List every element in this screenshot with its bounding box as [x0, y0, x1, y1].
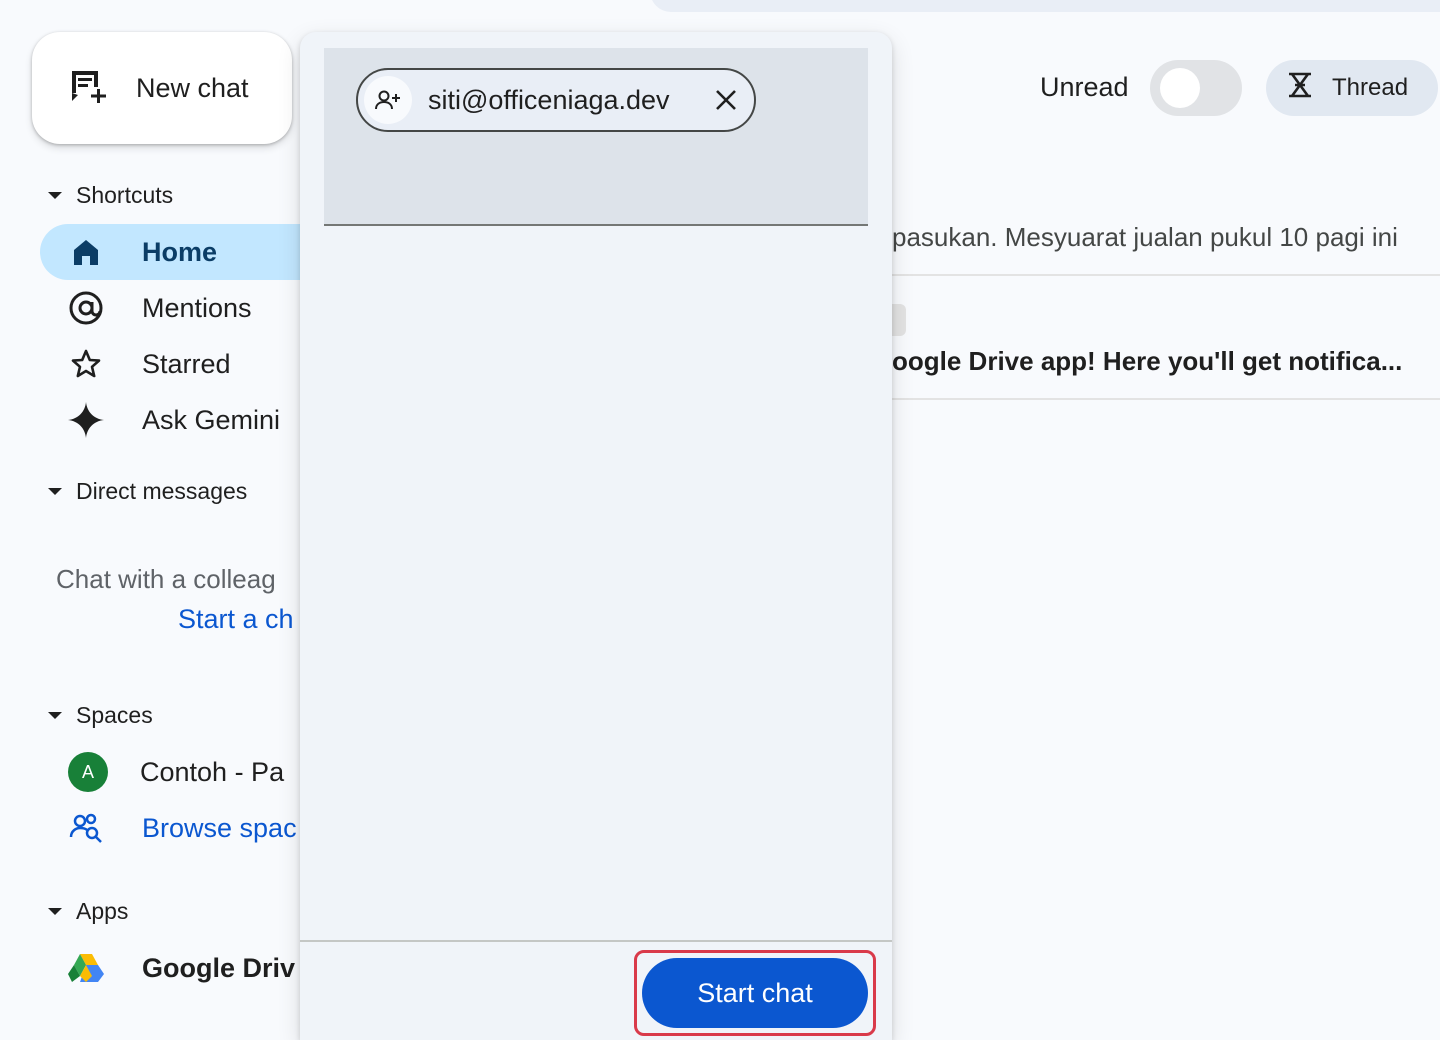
shortcuts-header[interactable]: Shortcuts — [48, 182, 173, 209]
close-icon[interactable] — [710, 84, 742, 116]
conversation-row-preview[interactable]: oogle Drive app! Here you'll get notific… — [892, 346, 1440, 377]
sidebar-item-label: Contoh - Pa — [140, 756, 285, 787]
search-bar[interactable] — [650, 0, 1440, 12]
sidebar-item-mentions[interactable]: Mentions — [40, 280, 340, 336]
at-icon — [68, 290, 104, 326]
new-chat-button[interactable]: New chat — [32, 32, 292, 144]
row-badge — [892, 304, 906, 336]
sidebar-item-google-drive[interactable]: Google Driv — [40, 940, 340, 996]
apps-title: Apps — [76, 898, 129, 924]
recipient-email: siti@officeniaga.dev — [428, 84, 670, 115]
star-icon — [68, 346, 104, 382]
thread-icon — [1286, 71, 1314, 106]
row-divider — [892, 274, 1440, 276]
start-a-chat-link[interactable]: Start a ch — [178, 604, 294, 635]
add-person-icon — [364, 76, 412, 124]
direct-messages-title: Direct messages — [76, 478, 248, 504]
direct-messages-header[interactable]: Direct messages — [48, 478, 247, 505]
conversation-row-preview[interactable]: pasukan. Mesyuarat jualan pukul 10 pagi … — [892, 222, 1440, 253]
shortcuts-title: Shortcuts — [76, 182, 174, 208]
gemini-sparkle-icon — [68, 402, 104, 438]
spaces-header[interactable]: Spaces — [48, 702, 153, 729]
apps-header[interactable]: Apps — [48, 898, 128, 925]
new-chat-icon — [68, 67, 108, 110]
sidebar-item-label: Browse spac — [142, 812, 297, 843]
sidebar-item-home[interactable]: Home — [40, 224, 340, 280]
browse-spaces-icon — [68, 810, 104, 846]
sidebar-item-ask-gemini[interactable]: Ask Gemini — [40, 392, 340, 448]
thread-label: Thread — [1332, 74, 1409, 101]
dm-empty-text: Chat with a colleag — [56, 564, 276, 594]
sidebar-item-label: Google Driv — [142, 952, 296, 983]
chevron-down-icon — [48, 712, 62, 719]
unread-label: Unread — [1040, 72, 1129, 102]
spaces-title: Spaces — [76, 702, 153, 728]
home-icon — [68, 234, 104, 270]
space-avatar: A — [68, 752, 108, 792]
chevron-down-icon — [48, 192, 62, 199]
thread-button[interactable]: Thread — [1266, 60, 1438, 116]
start-chat-button[interactable]: Start chat — [642, 958, 868, 1028]
sidebar-item-space[interactable]: A Contoh - Pa — [40, 744, 340, 800]
browse-spaces-link[interactable]: Browse spac — [40, 800, 340, 856]
recipient-chip[interactable]: siti@officeniaga.dev — [356, 68, 756, 132]
recipient-input[interactable]: siti@officeniaga.dev — [324, 48, 868, 226]
google-drive-icon — [68, 950, 104, 986]
unread-toggle[interactable] — [1150, 60, 1242, 116]
sidebar-item-label: Ask Gemini — [142, 404, 281, 435]
sidebar-item-label: Home — [142, 236, 218, 267]
row-divider — [892, 398, 1440, 400]
sidebar-item-starred[interactable]: Starred — [40, 336, 340, 392]
chevron-down-icon — [48, 488, 62, 495]
new-chat-label: New chat — [136, 72, 249, 103]
new-chat-dialog: siti@officeniaga.dev Start chat — [300, 32, 892, 1040]
sidebar-item-label: Starred — [142, 348, 231, 379]
chevron-down-icon — [48, 908, 62, 915]
toggle-knob — [1160, 68, 1200, 108]
dialog-footer-divider — [300, 940, 892, 942]
sidebar-item-label: Mentions — [142, 292, 252, 323]
